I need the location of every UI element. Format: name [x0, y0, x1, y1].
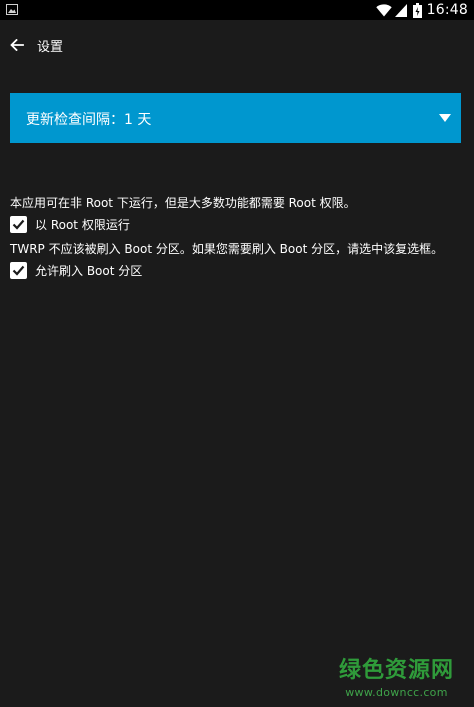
- root-checkbox-row[interactable]: 以 Root 权限运行: [10, 215, 130, 233]
- update-interval-dropdown[interactable]: 更新检查间隔：1 天: [10, 93, 461, 143]
- signal-icon: [394, 3, 407, 17]
- status-bar: 16:48: [0, 0, 474, 20]
- status-icons: 16:48: [375, 0, 468, 20]
- image-notification-icon: [6, 4, 18, 15]
- app-bar: 设置: [0, 20, 474, 72]
- watermark: 绿色资源网 www.downcc.com: [339, 652, 454, 699]
- root-checkbox[interactable]: [10, 215, 27, 233]
- checkmark-icon: [12, 265, 25, 276]
- triangle-down-icon: [439, 114, 451, 122]
- arrow-left-icon: [10, 39, 24, 51]
- battery-icon: [412, 2, 422, 18]
- dropdown-selected-value: 更新检查间隔：1 天: [26, 112, 152, 128]
- back-button[interactable]: [6, 34, 28, 56]
- clock: 16:48: [426, 2, 468, 18]
- boot-checkbox[interactable]: [10, 261, 27, 279]
- boot-checkbox-row[interactable]: 允许刷入 Boot 分区: [10, 261, 142, 279]
- wifi-icon: [375, 3, 392, 17]
- boot-checkbox-label: 允许刷入 Boot 分区: [35, 263, 143, 278]
- root-checkbox-label: 以 Root 权限运行: [35, 217, 130, 232]
- watermark-title: 绿色资源网: [338, 658, 454, 683]
- settings-screen: 16:48 设置 更新检查间隔：1 天 本应用可在非 Root 下运行，但是大多…: [0, 0, 474, 707]
- checkmark-icon: [12, 219, 25, 230]
- watermark-url: www.downcc.com: [345, 686, 448, 699]
- root-note: 本应用可在非 Root 下运行，但是大多数功能都需要 Root 权限。: [10, 196, 356, 210]
- page-title: 设置: [37, 40, 64, 55]
- boot-note: TWRP 不应该被刷入 Boot 分区。如果您需要刷入 Boot 分区，请选中该…: [10, 242, 444, 256]
